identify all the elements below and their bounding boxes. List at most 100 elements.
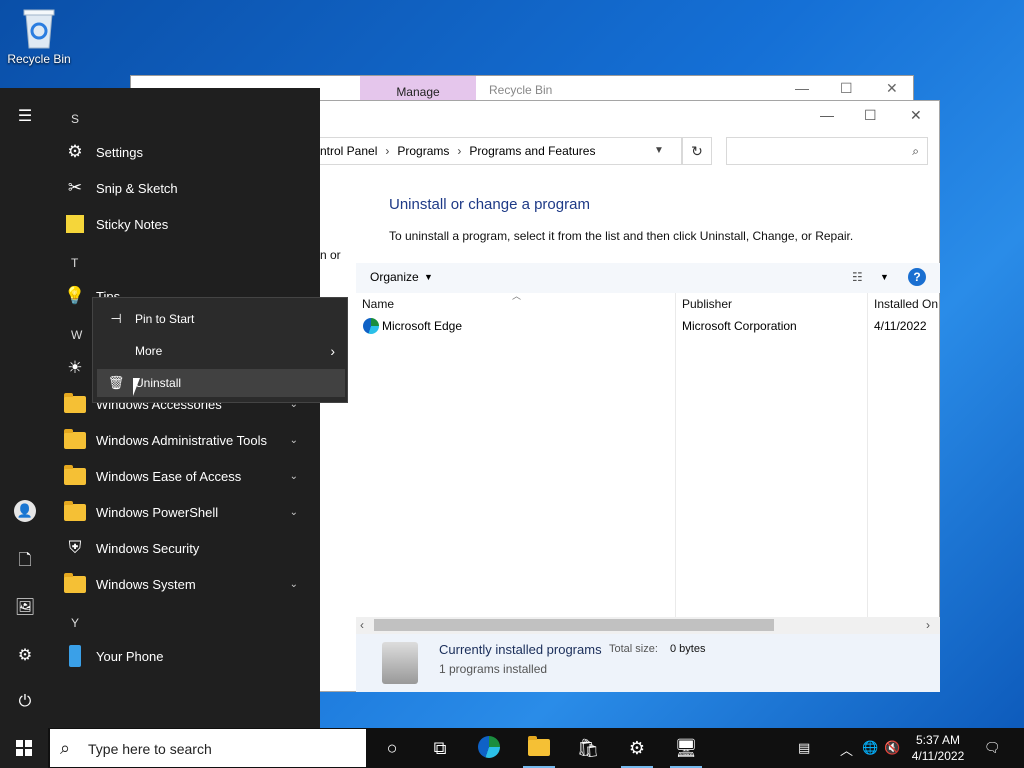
menu-item-pin-to-start[interactable]: ⊣ Pin to Start: [97, 305, 345, 333]
mouse-cursor-icon: [133, 378, 147, 396]
total-size-label: Total size:: [609, 643, 658, 655]
breadcrumb-control-panel[interactable]: ntrol Panel: [320, 144, 377, 158]
app-windows-security[interactable]: ⛨ Windows Security: [64, 533, 304, 563]
app-windows-administrative-tools[interactable]: Windows Administrative Tools ⌄: [64, 425, 304, 455]
letter-header-w[interactable]: W: [71, 328, 82, 342]
sticky-notes-icon: [64, 213, 86, 235]
programs-and-features-window[interactable]: — ☐ ✕ ntrol Panel › Programs › Programs …: [320, 100, 940, 692]
chevron-down-icon: ⌄: [289, 506, 298, 518]
taskbar-search-box[interactable]: ⌕ Type here to search: [50, 729, 366, 767]
speaker-muted-icon[interactable]: 🔇: [884, 740, 900, 756]
page-title: Uninstall or change a program: [389, 196, 590, 213]
breadcrumb-programs[interactable]: Programs: [397, 144, 449, 158]
notifications-icon[interactable]: 🗨: [984, 740, 1001, 756]
refresh-button[interactable]: ↻: [682, 137, 712, 165]
minimize-icon[interactable]: —: [820, 107, 834, 123]
task-view-icon[interactable]: ⧉: [428, 736, 452, 760]
user-avatar-icon[interactable]: 👤: [14, 500, 36, 522]
menu-item-label: More: [135, 344, 163, 358]
search-input[interactable]: ⌕: [726, 137, 928, 165]
minimize-icon[interactable]: —: [795, 80, 809, 96]
app-label: Snip & Sketch: [96, 180, 178, 196]
phone-icon: [64, 645, 86, 667]
folder-icon: [64, 464, 86, 487]
letter-header-t[interactable]: T: [71, 256, 78, 270]
shield-icon: ⛨: [68, 538, 82, 557]
chevron-down-icon: ⌄: [289, 470, 298, 482]
app-label: Windows Administrative Tools: [96, 432, 267, 448]
help-icon[interactable]: ?: [908, 268, 926, 286]
page-description: To uninstall a program, select it from t…: [389, 229, 854, 243]
chevron-down-icon[interactable]: ▼: [880, 272, 889, 282]
search-icon: ⌕: [912, 144, 919, 158]
app-label: Windows Security: [96, 540, 200, 556]
app-windows-ease-of-access[interactable]: Windows Ease of Access ⌄: [64, 461, 304, 491]
app-label: Windows System: [96, 576, 196, 592]
news-widget-icon[interactable]: ▤: [798, 740, 810, 756]
row-publisher: Microsoft Corporation: [682, 319, 797, 333]
close-icon[interactable]: ✕: [886, 80, 898, 97]
column-header-publisher[interactable]: Publisher: [682, 297, 732, 311]
breadcrumb-programs-and-features[interactable]: Programs and Features: [469, 144, 595, 158]
gear-icon: ⚙: [67, 142, 83, 161]
cortana-icon[interactable]: ○: [380, 736, 404, 760]
app-windows-powershell[interactable]: Windows PowerShell ⌄: [64, 497, 304, 527]
chevron-down-icon[interactable]: ▼: [654, 145, 664, 156]
menu-item-more[interactable]: More ›: [97, 337, 345, 365]
close-icon[interactable]: ✕: [910, 107, 922, 124]
chevron-up-icon[interactable]: ︿: [840, 740, 853, 759]
organize-button[interactable]: Organize: [370, 270, 419, 284]
snip-sketch-icon: ✂: [67, 178, 83, 197]
settings-gear-icon[interactable]: ⚙: [625, 736, 649, 760]
system-clock[interactable]: 5:37 AM 4/11/2022: [902, 732, 974, 764]
file-explorer-icon[interactable]: [527, 736, 551, 760]
app-your-phone[interactable]: Your Phone: [64, 641, 304, 671]
breadcrumb-separator-icon: ›: [457, 144, 462, 158]
maximize-icon[interactable]: ☐: [840, 80, 853, 97]
total-size-value: 0 bytes: [670, 643, 706, 655]
app-label: Windows Ease of Access: [96, 468, 242, 484]
app-label: Sticky Notes: [96, 216, 169, 232]
row-name: Microsoft Edge: [382, 319, 463, 333]
app-snip-sketch[interactable]: ✂ Snip & Sketch: [64, 173, 304, 203]
start-button[interactable]: [0, 728, 48, 768]
scroll-left-icon[interactable]: ‹: [360, 618, 364, 632]
power-icon[interactable]: ⏻: [14, 693, 36, 715]
letter-header-s[interactable]: S: [71, 112, 79, 126]
control-panel-icon[interactable]: 🖥: [674, 736, 698, 760]
hamburger-menu-icon[interactable]: ☰: [14, 106, 36, 128]
app-settings[interactable]: ⚙ Settings: [64, 137, 304, 167]
chevron-right-icon: ›: [330, 343, 335, 359]
manage-tab[interactable]: Manage: [360, 76, 476, 102]
chevron-down-icon: ⌄: [289, 578, 298, 590]
chevron-down-icon[interactable]: ▼: [424, 272, 433, 282]
pictures-icon[interactable]: 🖼: [14, 597, 36, 619]
command-bar: Organize ▼ ☷ ▼ ?: [356, 263, 940, 293]
app-sticky-notes[interactable]: Sticky Notes: [64, 209, 304, 239]
recycle-bin-label: Recycle Bin: [7, 52, 71, 66]
letter-header-y[interactable]: Y: [71, 616, 79, 630]
view-options-icon[interactable]: ☷: [852, 270, 863, 284]
recycle-bin-desktop-icon[interactable]: Recycle Bin: [4, 6, 74, 66]
settings-gear-icon[interactable]: ⚙: [14, 645, 36, 667]
edge-browser-icon[interactable]: [478, 736, 502, 760]
column-divider: [675, 293, 676, 619]
installed-programs-icon: [382, 642, 418, 684]
documents-icon[interactable]: 🗋: [14, 549, 36, 571]
maximize-icon[interactable]: ☐: [864, 107, 877, 124]
microsoft-store-icon[interactable]: 🛍: [576, 736, 600, 760]
chevron-down-icon: ⌄: [289, 434, 298, 446]
column-header-installed-on[interactable]: Installed On: [874, 297, 938, 311]
app-windows-system[interactable]: Windows System ⌄: [64, 569, 304, 599]
horizontal-scrollbar[interactable]: ‹ ›: [356, 617, 940, 634]
trash-icon: 🗑: [107, 375, 125, 390]
program-count: 1 programs installed: [439, 662, 548, 676]
lightbulb-icon: 💡: [64, 286, 86, 305]
address-bar[interactable]: ntrol Panel › Programs › Programs and Fe…: [320, 137, 682, 165]
network-icon[interactable]: 🌐: [862, 740, 878, 756]
scroll-right-icon[interactable]: ›: [926, 618, 930, 632]
left-pane-text: n or: [320, 248, 341, 262]
scrollbar-thumb[interactable]: [374, 619, 774, 631]
windows-logo-icon: [16, 740, 32, 756]
column-header-name[interactable]: Name: [362, 297, 394, 311]
